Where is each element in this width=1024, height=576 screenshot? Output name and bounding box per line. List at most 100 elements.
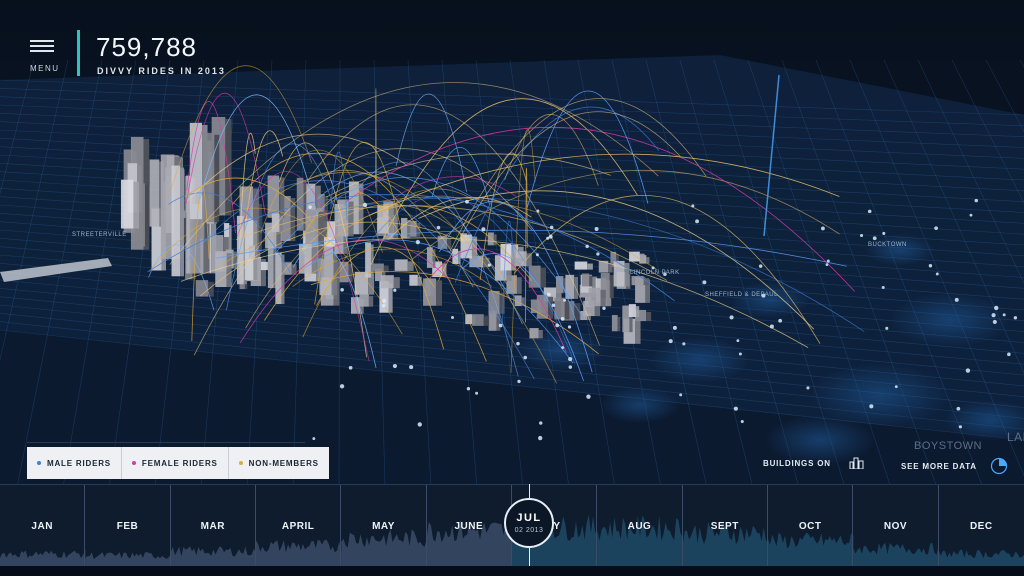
hamburger-icon — [30, 40, 54, 42]
building — [611, 315, 618, 332]
month-3[interactable]: MAR — [171, 485, 256, 567]
month-4[interactable]: APRIL — [256, 485, 342, 567]
trip-arc — [375, 88, 377, 194]
station-dot — [729, 315, 734, 320]
station-dot — [826, 259, 830, 263]
dot-icon — [131, 461, 136, 465]
neighborhood-label: STREETERVILLE — [72, 232, 127, 238]
building-side — [180, 167, 185, 277]
rider-legend: MALE RIDERS FEMALE RIDERS NON-MEMBERS — [27, 447, 329, 479]
station-dot — [602, 306, 606, 310]
building — [528, 265, 541, 288]
timeline-scrubber[interactable]: JUL 02 2013 — [504, 498, 554, 548]
density-glow — [890, 293, 1010, 347]
building-side — [587, 263, 593, 270]
building — [471, 314, 484, 326]
station-dot — [538, 435, 543, 441]
building — [574, 261, 588, 270]
building — [260, 261, 268, 271]
legend-item-non-members[interactable]: NON-MEMBERS — [229, 447, 329, 479]
month-8[interactable]: AUG — [597, 485, 683, 567]
month-12[interactable]: DEC — [939, 485, 1024, 567]
current-date: 02 2013 — [514, 527, 544, 534]
station-dot — [555, 323, 560, 328]
building-side — [624, 262, 630, 287]
station-dot — [859, 233, 864, 238]
station-dot — [475, 391, 479, 395]
station-dot — [1007, 352, 1011, 357]
station-dot — [882, 231, 886, 235]
station-dot — [417, 422, 422, 427]
station-dot — [956, 406, 961, 411]
building-side — [267, 263, 272, 271]
station-dot — [682, 342, 686, 346]
station-dot — [991, 313, 996, 318]
station-dot — [596, 252, 600, 256]
building — [196, 219, 205, 239]
building — [149, 159, 160, 227]
density-glow — [600, 387, 680, 423]
building-side — [635, 306, 640, 318]
legend-item-male[interactable]: MALE RIDERS — [27, 447, 122, 479]
legend-item-female[interactable]: FEMALE RIDERS — [122, 447, 229, 479]
station-dot — [392, 363, 397, 369]
building-side — [538, 330, 543, 339]
buildings-toggle[interactable]: BUILDINGS ON — [763, 457, 865, 469]
neighborhood-label: LINCOLN PARK — [630, 270, 680, 276]
station-dot — [312, 437, 316, 441]
station-dot — [702, 280, 707, 285]
station-dot — [934, 226, 938, 231]
station-dot — [381, 303, 386, 308]
building-side — [493, 234, 497, 246]
station-dot — [546, 236, 550, 240]
station-dot — [585, 244, 589, 249]
station-dot — [778, 318, 783, 323]
station-dot — [740, 419, 744, 424]
month-11[interactable]: NOV — [853, 485, 939, 567]
neighborhood-label: BUCKTOWN — [868, 242, 907, 248]
buildings-label: BUILDINGS ON — [763, 458, 831, 468]
pie-chart-icon — [990, 457, 1007, 475]
building — [554, 297, 565, 320]
station-dot — [738, 352, 742, 356]
station-dot — [546, 292, 551, 297]
station-dot — [825, 263, 829, 267]
building-side — [646, 312, 652, 322]
station-dot — [965, 368, 971, 373]
month-2[interactable]: FEB — [85, 485, 171, 567]
month-9[interactable]: SEPT — [683, 485, 768, 567]
neighborhood-label: LAK — [1007, 430, 1024, 444]
station-dot — [466, 387, 471, 391]
menu-label: MENU — [30, 64, 60, 73]
station-dot — [568, 365, 573, 369]
month-5[interactable]: MAY — [341, 485, 427, 567]
station-dot — [465, 199, 469, 204]
station-dot — [348, 365, 353, 370]
building-side — [133, 181, 140, 229]
station-dot — [539, 421, 543, 425]
station-dot — [736, 339, 740, 343]
station-dot — [586, 394, 591, 399]
station-dot — [561, 346, 565, 350]
month-10[interactable]: OCT — [768, 485, 854, 567]
station-dot — [695, 219, 699, 224]
station-dot — [481, 227, 486, 232]
station-dot — [668, 339, 673, 344]
menu-button[interactable]: MENU — [30, 40, 64, 73]
building-side — [331, 279, 338, 296]
station-dot — [821, 226, 825, 231]
building-side — [407, 261, 414, 271]
building — [271, 213, 280, 233]
station-dot — [994, 305, 999, 311]
dot-icon — [238, 461, 243, 465]
station-dot — [535, 253, 539, 257]
building-side — [589, 275, 593, 287]
building — [409, 274, 418, 286]
building — [120, 179, 134, 229]
station-dot — [549, 225, 554, 230]
building — [622, 305, 630, 333]
station-dot — [436, 225, 441, 230]
month-6[interactable]: JUNE — [427, 485, 512, 567]
month-1[interactable]: JAN — [0, 485, 86, 567]
see-more-data-button[interactable]: SEE MORE DATA — [901, 457, 1008, 475]
